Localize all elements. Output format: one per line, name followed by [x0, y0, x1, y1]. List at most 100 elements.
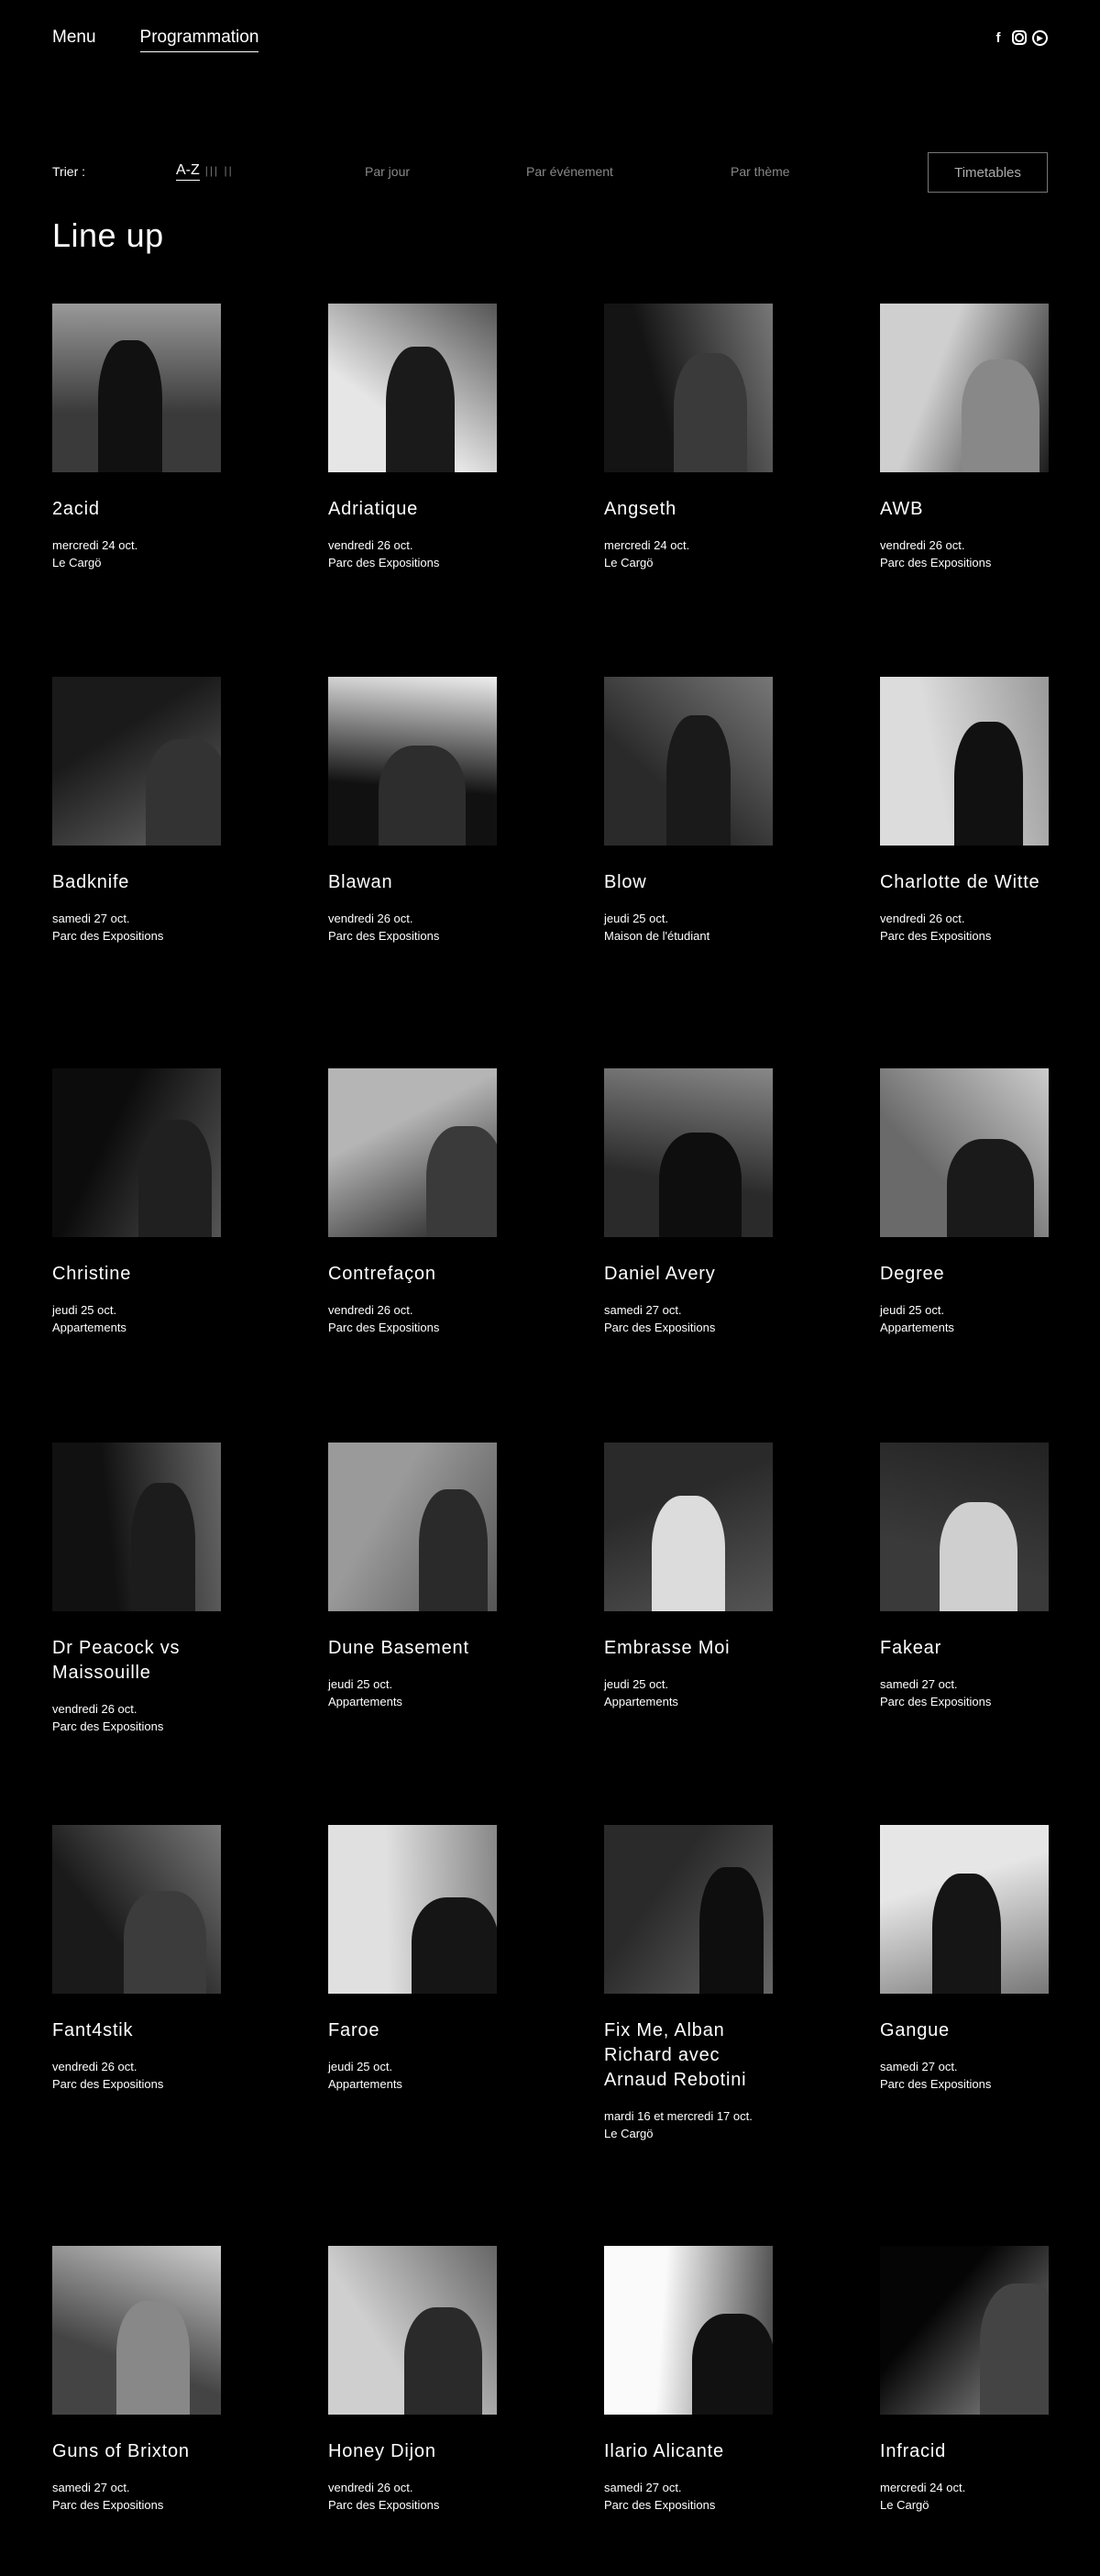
- artist-name[interactable]: Degree: [880, 1262, 1054, 1287]
- artist-photo[interactable]: [52, 677, 221, 846]
- artist-card[interactable]: Blawan vendredi 26 oct. Parc des Exposit…: [328, 677, 502, 945]
- artist-card[interactable]: AWB vendredi 26 oct. Parc des Exposition…: [880, 304, 1054, 571]
- artist-card[interactable]: Contrefaçon vendredi 26 oct. Parc des Ex…: [328, 1068, 502, 1336]
- artist-photo[interactable]: [880, 1825, 1049, 1994]
- artist-venue: Parc des Expositions: [328, 1321, 440, 1334]
- artist-venue: Appartements: [328, 1695, 402, 1708]
- artist-venue: Maison de l'étudiant: [604, 929, 710, 943]
- artist-name[interactable]: Adriatique: [328, 497, 502, 522]
- artist-card[interactable]: Angseth mercredi 24 oct. Le Cargö: [604, 304, 778, 571]
- artist-name[interactable]: Honey Dijon: [328, 2439, 502, 2464]
- artist-card[interactable]: Daniel Avery samedi 27 oct. Parc des Exp…: [604, 1068, 778, 1336]
- artist-name[interactable]: Charlotte de Witte: [880, 870, 1054, 895]
- artist-silhouette: [386, 347, 455, 472]
- artist-photo[interactable]: [604, 1443, 773, 1611]
- artist-name[interactable]: Blawan: [328, 870, 502, 895]
- artist-date: vendredi 26 oct.: [880, 538, 965, 552]
- artist-name[interactable]: Ilario Alicante: [604, 2439, 778, 2464]
- artist-photo[interactable]: [880, 1068, 1049, 1237]
- artist-silhouette: [652, 1496, 725, 1611]
- artist-date: jeudi 25 oct.: [328, 2060, 393, 2073]
- artist-photo[interactable]: [328, 2246, 497, 2415]
- artist-photo[interactable]: [328, 1443, 497, 1611]
- artist-name[interactable]: Faroe: [328, 2018, 502, 2043]
- artist-photo[interactable]: [52, 1443, 221, 1611]
- sort-by-theme[interactable]: Par thème: [731, 164, 790, 179]
- artist-name[interactable]: Embrasse Moi: [604, 1636, 778, 1661]
- artist-photo[interactable]: [52, 1068, 221, 1237]
- sort-by-day[interactable]: Par jour: [365, 164, 410, 179]
- artist-name[interactable]: Blow: [604, 870, 778, 895]
- artist-name[interactable]: AWB: [880, 497, 1054, 522]
- sort-az[interactable]: A-Z ||| ||: [176, 162, 234, 181]
- artist-date: vendredi 26 oct.: [52, 1702, 138, 1716]
- artist-card[interactable]: Dune Basement jeudi 25 oct. Appartements: [328, 1443, 502, 1710]
- menu-link[interactable]: Menu: [52, 28, 96, 52]
- artist-name[interactable]: Fix Me, Alban Richard avec Arnaud Reboti…: [604, 2018, 778, 2093]
- artist-name[interactable]: Dune Basement: [328, 1636, 502, 1661]
- sort-az-label[interactable]: A-Z: [176, 162, 200, 181]
- play-icon[interactable]: ▶: [1032, 29, 1048, 46]
- timetables-button[interactable]: Timetables: [928, 152, 1048, 193]
- artist-card[interactable]: Charlotte de Witte vendredi 26 oct. Parc…: [880, 677, 1054, 945]
- artist-photo[interactable]: [52, 2246, 221, 2415]
- artist-card[interactable]: Faroe jeudi 25 oct. Appartements: [328, 1825, 502, 2093]
- artist-name[interactable]: Fant4stik: [52, 2018, 226, 2043]
- artist-card[interactable]: Adriatique vendredi 26 oct. Parc des Exp…: [328, 304, 502, 571]
- artist-name[interactable]: Contrefaçon: [328, 1262, 502, 1287]
- artist-name[interactable]: Infracid: [880, 2439, 1054, 2464]
- artist-card[interactable]: Guns of Brixton samedi 27 oct. Parc des …: [52, 2246, 226, 2514]
- artist-photo[interactable]: [604, 2246, 773, 2415]
- artist-photo[interactable]: [604, 1825, 773, 1994]
- artist-photo[interactable]: [328, 1068, 497, 1237]
- artist-venue: Parc des Expositions: [52, 1719, 164, 1733]
- artist-photo[interactable]: [604, 304, 773, 472]
- artist-photo[interactable]: [328, 677, 497, 846]
- artist-name[interactable]: Angseth: [604, 497, 778, 522]
- artist-card[interactable]: 2acid mercredi 24 oct. Le Cargö: [52, 304, 226, 571]
- artist-card[interactable]: Fant4stik vendredi 26 oct. Parc des Expo…: [52, 1825, 226, 2093]
- artist-name[interactable]: Dr Peacock vs Maissouille: [52, 1636, 226, 1686]
- artist-photo[interactable]: [328, 1825, 497, 1994]
- artist-venue: Parc des Expositions: [328, 929, 440, 943]
- artist-date: samedi 27 oct.: [880, 2060, 958, 2073]
- artist-photo[interactable]: [328, 304, 497, 472]
- sort-label: Trier :: [52, 164, 86, 179]
- artist-name[interactable]: Gangue: [880, 2018, 1054, 2043]
- sort-by-event[interactable]: Par événement: [526, 164, 613, 179]
- artist-card[interactable]: Blow jeudi 25 oct. Maison de l'étudiant: [604, 677, 778, 945]
- artist-card[interactable]: Dr Peacock vs Maissouille vendredi 26 oc…: [52, 1443, 226, 1735]
- artist-card[interactable]: Fakear samedi 27 oct. Parc des Expositio…: [880, 1443, 1054, 1710]
- artist-date: vendredi 26 oct.: [328, 1303, 413, 1317]
- artist-photo[interactable]: [880, 1443, 1049, 1611]
- artist-photo[interactable]: [604, 677, 773, 846]
- artist-photo[interactable]: [604, 1068, 773, 1237]
- artist-card[interactable]: Gangue samedi 27 oct. Parc des Expositio…: [880, 1825, 1054, 2093]
- artist-photo[interactable]: [880, 2246, 1049, 2415]
- artist-photo[interactable]: [880, 304, 1049, 472]
- artist-name[interactable]: 2acid: [52, 497, 226, 522]
- artist-name[interactable]: Daniel Avery: [604, 1262, 778, 1287]
- artist-card[interactable]: Honey Dijon vendredi 26 oct. Parc des Ex…: [328, 2246, 502, 2514]
- artist-name[interactable]: Badknife: [52, 870, 226, 895]
- artist-card[interactable]: Embrasse Moi jeudi 25 oct. Appartements: [604, 1443, 778, 1710]
- facebook-icon[interactable]: f: [990, 29, 1006, 46]
- artist-photo[interactable]: [52, 304, 221, 472]
- artist-card[interactable]: Badknife samedi 27 oct. Parc des Exposit…: [52, 677, 226, 945]
- artist-card[interactable]: Degree jeudi 25 oct. Appartements: [880, 1068, 1054, 1336]
- artist-name[interactable]: Guns of Brixton: [52, 2439, 226, 2464]
- view-toggle-icon[interactable]: ||| ||: [205, 164, 234, 177]
- instagram-icon[interactable]: [1012, 30, 1027, 45]
- artist-venue: Parc des Expositions: [52, 929, 164, 943]
- artist-card[interactable]: Fix Me, Alban Richard avec Arnaud Reboti…: [604, 1825, 778, 2142]
- artist-silhouette: [404, 2307, 482, 2415]
- artist-card[interactable]: Ilario Alicante samedi 27 oct. Parc des …: [604, 2246, 778, 2514]
- artist-photo[interactable]: [52, 1825, 221, 1994]
- artist-name[interactable]: Fakear: [880, 1636, 1054, 1661]
- programmation-link[interactable]: Programmation: [139, 28, 259, 52]
- artist-card[interactable]: Christine jeudi 25 oct. Appartements: [52, 1068, 226, 1336]
- artist-name[interactable]: Christine: [52, 1262, 226, 1287]
- artist-silhouette: [379, 746, 466, 846]
- artist-photo[interactable]: [880, 677, 1049, 846]
- artist-card[interactable]: Infracid mercredi 24 oct. Le Cargö: [880, 2246, 1054, 2514]
